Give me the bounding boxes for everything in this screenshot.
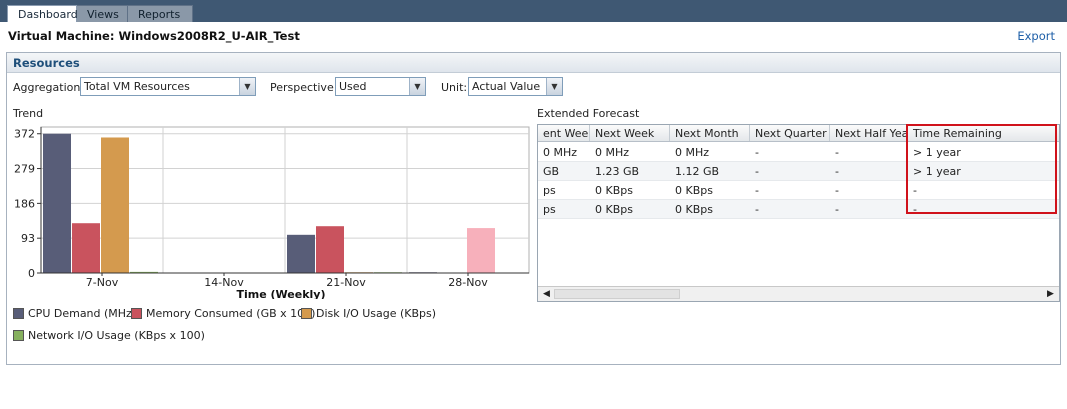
chart-bar [43, 133, 71, 273]
table-cell: 0 MHz [543, 146, 578, 159]
x-tick-label: 28-Nov [448, 276, 488, 289]
unit-value: Actual Value [472, 80, 541, 93]
perspective-label: Perspective: [270, 81, 338, 94]
legend-swatch [13, 330, 24, 341]
top-tab-bar: Dashboard Views Reports [0, 0, 1067, 22]
column-header[interactable]: Next Week [590, 125, 670, 141]
chart-bar [467, 228, 495, 273]
table-cell: 0 KBps [595, 184, 633, 197]
export-link[interactable]: Export [1017, 29, 1055, 43]
y-tick-label: 186 [14, 197, 35, 210]
legend-item-memory: Memory Consumed (GB x 100) [131, 307, 315, 320]
chevron-down-icon[interactable]: ▼ [409, 78, 425, 95]
table-cell: 0 MHz [595, 146, 630, 159]
chevron-down-icon[interactable]: ▼ [546, 78, 562, 95]
x-tick-label: 21-Nov [326, 276, 366, 289]
table-cell: ps [543, 203, 556, 216]
chart-bar [72, 223, 100, 273]
aggregation-select[interactable]: Total VM Resources ▼ [80, 77, 256, 96]
table-cell: 0 MHz [675, 146, 710, 159]
legend-swatch [131, 308, 142, 319]
aggregation-label: Aggregation: [13, 81, 85, 94]
chart-bar [101, 137, 129, 273]
legend-label: Memory Consumed (GB x 100) [146, 307, 316, 320]
table-cell: - [835, 146, 839, 159]
legend-label: CPU Demand (MHz) [28, 307, 137, 320]
y-tick-label: 279 [14, 163, 35, 176]
extended-forecast-label: Extended Forecast [537, 107, 640, 120]
perspective-select[interactable]: Used ▼ [335, 77, 426, 96]
column-header[interactable]: Next Quarter [750, 125, 830, 141]
legend-item-disk: Disk I/O Usage (KBps) [301, 307, 436, 320]
column-header[interactable]: Next Half Year [830, 125, 908, 141]
x-tick-label: 7-Nov [86, 276, 119, 289]
time-remaining-highlight [906, 124, 1057, 214]
legend-item-network: Network I/O Usage (KBps x 100) [13, 329, 205, 342]
y-tick-label: 0 [28, 267, 35, 280]
chevron-down-icon[interactable]: ▼ [239, 78, 255, 95]
table-cell: 0 KBps [675, 203, 713, 216]
column-header[interactable]: Next Month [670, 125, 750, 141]
legend-label: Network I/O Usage (KBps x 100) [28, 329, 205, 342]
chart-bar [316, 226, 344, 273]
y-tick-label: 372 [14, 128, 35, 141]
unit-label: Unit: [441, 81, 468, 94]
table-cell: GB [543, 165, 560, 178]
perspective-value: Used [339, 80, 367, 93]
table-cell: - [755, 203, 759, 216]
resources-panel: Resources Aggregation: Total VM Resource… [6, 52, 1061, 365]
unit-select[interactable]: Actual Value ▼ [468, 77, 563, 96]
legend-swatch [13, 308, 24, 319]
table-cell: - [755, 146, 759, 159]
y-tick-label: 93 [21, 232, 35, 245]
table-cell: - [755, 184, 759, 197]
x-axis-label: Time (Weekly) [237, 288, 326, 299]
tab-views[interactable]: Views [76, 5, 132, 22]
column-header[interactable]: ent Week [538, 125, 590, 141]
tab-dashboard[interactable]: Dashboard [7, 5, 78, 22]
table-cell: ps [543, 184, 556, 197]
table-cell: 0 KBps [595, 203, 633, 216]
legend-swatch [301, 308, 312, 319]
trend-chart: 0931862793727-Nov 14-Nov 21-Nov 28-NovTime … [14, 126, 530, 299]
scroll-right-icon[interactable]: ▶ [1044, 288, 1057, 300]
tab-reports[interactable]: Reports [127, 5, 193, 22]
panel-title: Resources [13, 56, 80, 70]
chart-bar [287, 234, 315, 273]
panel-header: Resources [7, 53, 1060, 73]
aggregation-value: Total VM Resources [84, 80, 190, 93]
horizontal-scrollbar[interactable]: ◀ ▶ [538, 286, 1059, 301]
scroll-left-icon[interactable]: ◀ [540, 288, 553, 300]
table-cell: - [835, 184, 839, 197]
table-cell: 0 KBps [675, 184, 713, 197]
legend-item-cpu: CPU Demand (MHz) [13, 307, 136, 320]
table-cell: - [755, 165, 759, 178]
table-cell: 1.12 GB [675, 165, 720, 178]
table-cell: - [835, 165, 839, 178]
page-title: Virtual Machine: Windows2008R2_U-AIR_Tes… [8, 29, 300, 43]
table-cell: 1.23 GB [595, 165, 640, 178]
scrollbar-thumb[interactable] [554, 289, 680, 299]
table-cell: - [835, 203, 839, 216]
legend-label: Disk I/O Usage (KBps) [316, 307, 437, 320]
